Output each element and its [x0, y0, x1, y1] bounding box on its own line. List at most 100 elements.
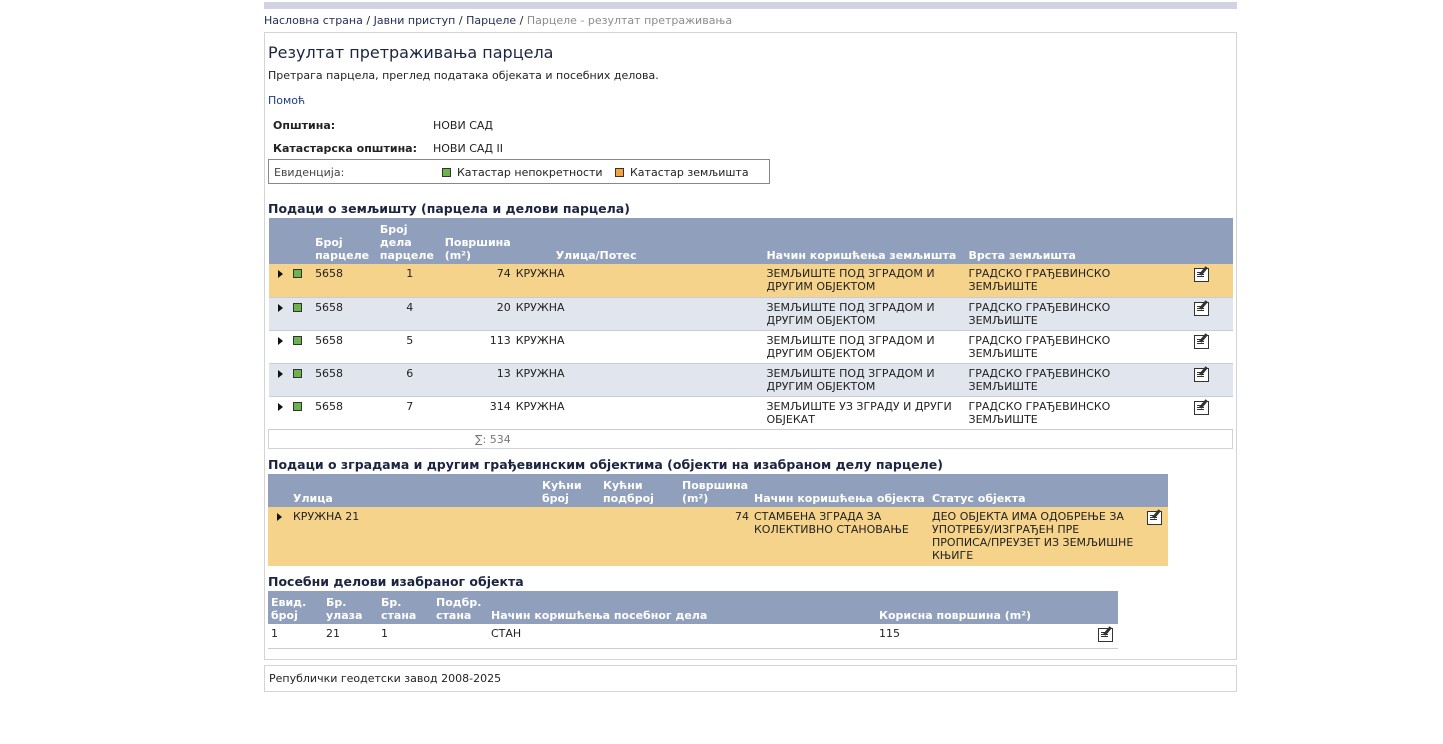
table-row[interactable]: 1 21 1 СТАН 115: [268, 624, 1118, 648]
status-cell: ДЕО ОБЈЕКТА ИМА ОДОБРЕЊЕ ЗА УПОТРЕБУ/ИЗГ…: [929, 507, 1139, 566]
usage-cell: СТАМБЕНА ЗГРАДА ЗА КОЛЕКТИВНО СТАНОВАЊЕ: [751, 507, 929, 566]
edit-details-icon[interactable]: [1194, 334, 1210, 349]
expand-arrow-icon[interactable]: [277, 402, 283, 411]
part-no-cell: 5: [376, 330, 442, 364]
street-cell: КРУЖНА: [512, 363, 764, 397]
details-cell[interactable]: [1169, 264, 1233, 298]
part-no-cell: 1: [376, 264, 442, 298]
table-row[interactable]: 5658 4 20 КРУЖНА ЗЕМЉИШТЕ ПОД ЗГРАДОМ И …: [268, 297, 1233, 331]
details-cell[interactable]: [1139, 507, 1168, 566]
col-entrance-no: Бр. улаза: [323, 591, 378, 624]
table-row[interactable]: 5658 1 74 КРУЖНА ЗЕМЉИШТЕ ПОД ЗГРАДОМ И …: [268, 264, 1233, 298]
usage-cell: ЗЕМЉИШТЕ ПОД ЗГРАДОМ И ДРУГИМ ОБЈЕКТОМ: [763, 330, 966, 364]
breadcrumb-separator: /: [366, 14, 371, 27]
details-cell[interactable]: [1169, 396, 1233, 430]
status-cell: [290, 396, 313, 430]
details-cell[interactable]: [1169, 330, 1233, 364]
total-row: ∑: 534: [267, 428, 1233, 449]
parts-table: Евид. број Бр. улаза Бр. стана Подбр. ст…: [268, 591, 1118, 649]
expand-arrow-icon[interactable]: [277, 336, 283, 345]
area-cell: 74: [441, 264, 513, 298]
breadcrumb-public-link[interactable]: Јавни приступ: [374, 14, 456, 27]
top-accent-bar: [264, 2, 1237, 9]
part-no-cell: 6: [376, 363, 442, 397]
expand-arrow-icon[interactable]: [277, 369, 283, 378]
expand-cell[interactable]: [268, 330, 291, 364]
legend-real-estate-label: Катастар непокретности: [457, 166, 603, 179]
edit-details-icon[interactable]: [1194, 367, 1210, 382]
expand-arrow-icon[interactable]: [277, 303, 283, 312]
street-cell: КРУЖНА: [512, 264, 764, 298]
expand-arrow-icon[interactable]: [277, 270, 283, 278]
evidence-label: Евиденција:: [274, 166, 345, 179]
entrance-no-cell: 21: [323, 624, 378, 648]
status-cell: [290, 363, 313, 397]
legend-land: Катастар земљишта: [615, 166, 749, 179]
part-no-cell: 7: [376, 396, 442, 430]
edit-details-icon[interactable]: [1194, 268, 1210, 282]
col-area: Површина (m²): [679, 474, 751, 507]
breadcrumb-separator: /: [519, 14, 524, 27]
part-no-cell: 4: [376, 297, 442, 331]
parcel-no-cell: 5658: [312, 363, 377, 397]
edit-details-icon[interactable]: [1194, 301, 1210, 316]
col-apt-sub: Подбр. стана: [433, 591, 488, 624]
expand-cell[interactable]: [268, 297, 291, 331]
col-house-no: Кућни број: [539, 474, 600, 507]
col-usage: Начин коришћења објекта: [751, 474, 929, 507]
municipality-value: НОВИ САД: [433, 119, 494, 132]
land-table-header: Број парцеле Број дела парцеле Површина …: [268, 218, 1233, 264]
expand-cell[interactable]: [268, 396, 291, 430]
header-cell: [1091, 591, 1118, 624]
table-row[interactable]: 5658 6 13 КРУЖНА ЗЕМЉИШТЕ ПОД ЗГРАДОМ И …: [268, 363, 1233, 397]
results-panel: Резултат претраживања парцела Претрага п…: [264, 32, 1237, 660]
edit-details-icon[interactable]: [1194, 400, 1210, 415]
green-square-icon: [293, 302, 303, 312]
green-square-icon: [293, 401, 303, 411]
col-land-type: Врста земљишта: [965, 218, 1170, 264]
table-row[interactable]: 5658 7 314 КРУЖНА ЗЕМЉИШТЕ УЗ ЗГРАДУ И Д…: [268, 396, 1233, 430]
status-cell: [290, 264, 313, 298]
apt-no-cell: 1: [378, 624, 433, 648]
breadcrumb-home-link[interactable]: Насловна страна: [264, 14, 363, 27]
expand-arrow-icon[interactable]: [277, 513, 282, 521]
header-cell: [1139, 474, 1168, 507]
evidence-legend: Евиденција: Катастар непокретности Катас…: [268, 159, 770, 184]
details-cell[interactable]: [1169, 297, 1233, 331]
header-cell: [268, 218, 291, 264]
details-cell[interactable]: [1169, 363, 1233, 397]
edit-details-icon[interactable]: [1097, 628, 1113, 642]
footer: Републички геодетски завод 2008-2025: [264, 665, 1237, 692]
status-cell: [290, 297, 313, 331]
buildings-table: Улица Кућни број Кућни подброј Површина …: [268, 474, 1168, 566]
edit-details-icon[interactable]: [1146, 511, 1162, 525]
expand-cell[interactable]: [268, 507, 290, 566]
municipality-label: Општина:: [273, 119, 336, 132]
table-row[interactable]: КРУЖНА 21 74 СТАМБЕНА ЗГРАДА ЗА КОЛЕКТИВ…: [268, 507, 1168, 566]
col-useful-area: Корисна површина (m²): [876, 591, 1091, 624]
evid-no-cell: 1: [268, 624, 323, 648]
area-cell: 74: [679, 507, 751, 566]
street-cell: КРУЖНА: [512, 330, 764, 364]
area-cell: 13: [441, 363, 513, 397]
breadcrumb-parcels-link[interactable]: Парцеле: [466, 14, 516, 27]
orange-square-icon: [615, 167, 624, 177]
green-square-icon: [293, 335, 303, 345]
table-row[interactable]: 5658 5 113 КРУЖНА ЗЕМЉИШТЕ ПОД ЗГРАДОМ И…: [268, 330, 1233, 364]
expand-cell[interactable]: [268, 363, 291, 397]
details-cell[interactable]: [1091, 624, 1118, 648]
col-apt-no: Бр. стана: [378, 591, 433, 624]
legend-land-label: Катастар земљишта: [630, 166, 749, 179]
usage-cell: ЗЕМЉИШТЕ УЗ ЗГРАДУ И ДРУГИ ОБЈЕКАТ: [763, 396, 966, 430]
house-no-cell: [539, 507, 600, 566]
area-cell: 20: [441, 297, 513, 331]
parcel-no-cell: 5658: [312, 264, 377, 298]
expand-cell[interactable]: [268, 264, 291, 298]
apt-sub-cell: [433, 624, 488, 648]
legend-real-estate: Катастар непокретности: [442, 166, 603, 179]
breadcrumb-current: Парцеле - резултат претраживања: [526, 14, 733, 27]
help-link[interactable]: Помоћ: [268, 94, 305, 107]
header-cell: [1169, 218, 1233, 264]
land-type-cell: ГРАДСКО ГРАЂЕВИНСКО ЗЕМЉИШТЕ: [965, 363, 1170, 397]
green-square-icon: [293, 368, 303, 378]
